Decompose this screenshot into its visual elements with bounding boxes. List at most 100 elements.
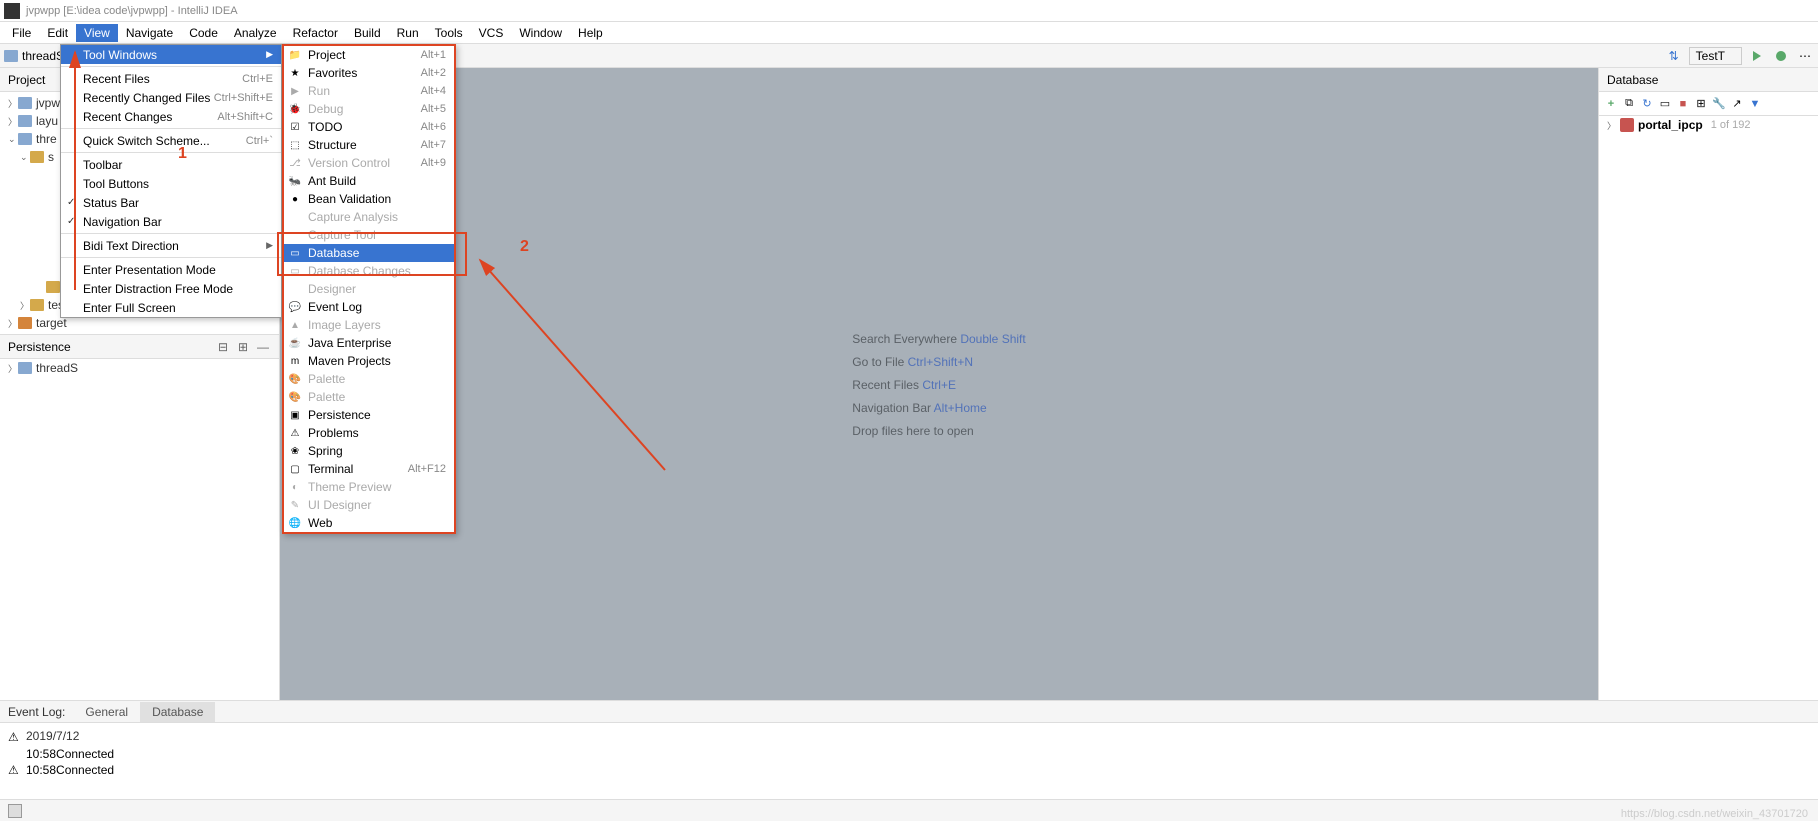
submenu-item-terminal[interactable]: ▢TerminalAlt+F12 (284, 460, 454, 478)
editor-area: Search Everywhere Double Shift Go to Fil… (280, 68, 1598, 700)
menu-build[interactable]: Build (346, 24, 389, 42)
submenu-item-persistence[interactable]: ▣Persistence (284, 406, 454, 424)
submenu-label: Structure (308, 138, 357, 152)
menu-tools[interactable]: Tools (427, 24, 471, 42)
submenu-label: Maven Projects (308, 354, 391, 368)
menu-tool-windows[interactable]: Tool Windows▶ (61, 45, 281, 64)
submenu-shortcut: Alt+6 (421, 121, 446, 133)
submenu-label: Version Control (308, 156, 390, 170)
oracle-icon (1620, 118, 1634, 132)
debug-button[interactable] (1772, 47, 1790, 65)
datasource-name: portal_ipcp (1638, 118, 1703, 132)
annotation-1: 1 (178, 145, 187, 163)
submenu-item-structure[interactable]: ⬚StructureAlt+7 (284, 136, 454, 154)
menu-view[interactable]: View (76, 24, 118, 42)
submenu-label: Database (308, 246, 359, 260)
menu-recent-changes[interactable]: Recent ChangesAlt+Shift+C (61, 107, 281, 126)
titlebar: jvpwpp [E:\idea code\jvpwpp] - IntelliJ … (0, 0, 1818, 22)
menu-run[interactable]: Run (389, 24, 427, 42)
bug-icon (1776, 51, 1786, 61)
menu-navigation-bar[interactable]: ✓Navigation Bar (61, 212, 281, 231)
submenu-label: Palette (308, 390, 345, 404)
submenu-item-web[interactable]: 🌐Web (284, 514, 454, 532)
run-button[interactable] (1748, 47, 1766, 65)
submenu-label: Palette (308, 372, 345, 386)
console-icon[interactable]: ▭ (1657, 96, 1673, 112)
add-icon[interactable]: + (1603, 96, 1619, 112)
submenu-item-event-log[interactable]: 💬Event Log (284, 298, 454, 316)
submenu-label: Capture Analysis (308, 210, 398, 224)
submenu-icon: 🌐 (288, 516, 302, 530)
submenu-label: Project (308, 48, 345, 62)
gear-icon[interactable]: ⊞ (235, 339, 251, 355)
submenu-label: Debug (308, 102, 343, 116)
run-config-select[interactable]: TestT (1689, 47, 1742, 65)
menu-toolbar[interactable]: Toolbar (61, 155, 281, 174)
menu-refactor[interactable]: Refactor (285, 24, 346, 42)
submenu-item-spring[interactable]: ❀Spring (284, 442, 454, 460)
menu-analyze[interactable]: Analyze (226, 24, 285, 42)
menu-window[interactable]: Window (511, 24, 570, 42)
submenu-item-database[interactable]: ▭Database (284, 244, 454, 262)
menu-navigate[interactable]: Navigate (118, 24, 181, 42)
menu-edit[interactable]: Edit (39, 24, 76, 42)
persistence-panel-header: Persistence ⊟ ⊞ — (0, 335, 279, 359)
submenu-icon: ⬚ (288, 138, 302, 152)
submenu-shortcut: Alt+1 (421, 49, 446, 61)
submenu-item-problems[interactable]: ⚠Problems (284, 424, 454, 442)
menu-recently-changed[interactable]: Recently Changed FilesCtrl+Shift+E (61, 88, 281, 107)
export-icon[interactable]: ↗ (1729, 96, 1745, 112)
status-icon[interactable] (8, 804, 22, 818)
view-icon[interactable]: ⊞ (1693, 96, 1709, 112)
submenu-item-run: ▶RunAlt+4 (284, 82, 454, 100)
submenu-item-ant-build[interactable]: 🐜Ant Build (284, 172, 454, 190)
datasource-count: 1 of 192 (1711, 119, 1751, 131)
menu-recent-files[interactable]: Recent FilesCtrl+E (61, 69, 281, 88)
submenu-item-todo[interactable]: ☑TODOAlt+6 (284, 118, 454, 136)
menu-vcs[interactable]: VCS (471, 24, 512, 42)
persistence-item[interactable]: 〉threadS (0, 359, 279, 377)
submenu-shortcut: Alt+4 (421, 85, 446, 97)
submenu-item-favorites[interactable]: ★FavoritesAlt+2 (284, 64, 454, 82)
breadcrumb-item[interactable]: threadS (22, 49, 64, 63)
wrench-icon[interactable]: 🔧 (1711, 96, 1727, 112)
menu-bidi[interactable]: Bidi Text Direction▶ (61, 236, 281, 255)
more-icon[interactable]: ⋯ (1796, 47, 1814, 65)
menu-tool-buttons[interactable]: Tool Buttons (61, 174, 281, 193)
menu-presentation[interactable]: Enter Presentation Mode (61, 260, 281, 279)
stop-icon[interactable]: ■ (1675, 96, 1691, 112)
panel-title: Persistence (8, 340, 71, 354)
menu-status-bar[interactable]: ✓Status Bar (61, 193, 281, 212)
submenu-shortcut: Alt+2 (421, 67, 446, 79)
duplicate-icon[interactable]: ⧉ (1621, 96, 1637, 112)
submenu-label: Problems (308, 426, 359, 440)
submenu-item-java-enterprise[interactable]: ☕Java Enterprise (284, 334, 454, 352)
log-tab-database[interactable]: Database (140, 702, 215, 722)
submenu-icon: 📁 (288, 48, 302, 62)
menu-code[interactable]: Code (181, 24, 226, 42)
filter-icon[interactable]: ▼ (1747, 96, 1763, 112)
log-content: ⚠2019/7/12 10:58Connected ⚠10:58Connecte… (0, 723, 1818, 799)
submenu-label: TODO (308, 120, 342, 134)
refresh-icon[interactable]: ↻ (1639, 96, 1655, 112)
sync-icon[interactable]: ⇅ (1665, 47, 1683, 65)
menu-quick-switch[interactable]: Quick Switch Scheme...Ctrl+` (61, 131, 281, 150)
menu-help[interactable]: Help (570, 24, 611, 42)
folder-icon (4, 50, 18, 62)
submenu-item-bean-validation[interactable]: ●Bean Validation (284, 190, 454, 208)
datasource-item[interactable]: 〉 portal_ipcp 1 of 192 (1599, 116, 1818, 134)
pin-icon[interactable]: ⊟ (215, 339, 231, 355)
hide-icon[interactable]: — (255, 339, 271, 355)
submenu-item-ui-designer: ✎UI Designer (284, 496, 454, 514)
log-label: Event Log: (0, 705, 73, 719)
menu-fullscreen[interactable]: Enter Full Screen (61, 298, 281, 317)
submenu-item-project[interactable]: 📁 Project Alt+1 (284, 46, 454, 64)
submenu-icon: 🎨 (288, 372, 302, 386)
menu-distraction[interactable]: Enter Distraction Free Mode (61, 279, 281, 298)
log-tab-general[interactable]: General (73, 702, 140, 722)
submenu-item-database-changes: ▭Database Changes (284, 262, 454, 280)
menu-file[interactable]: File (4, 24, 39, 42)
statusbar: https://blog.csdn.net/weixin_43701720 (0, 799, 1818, 821)
submenu-item-maven-projects[interactable]: mMaven Projects (284, 352, 454, 370)
submenu-icon: ◐ (288, 480, 302, 494)
